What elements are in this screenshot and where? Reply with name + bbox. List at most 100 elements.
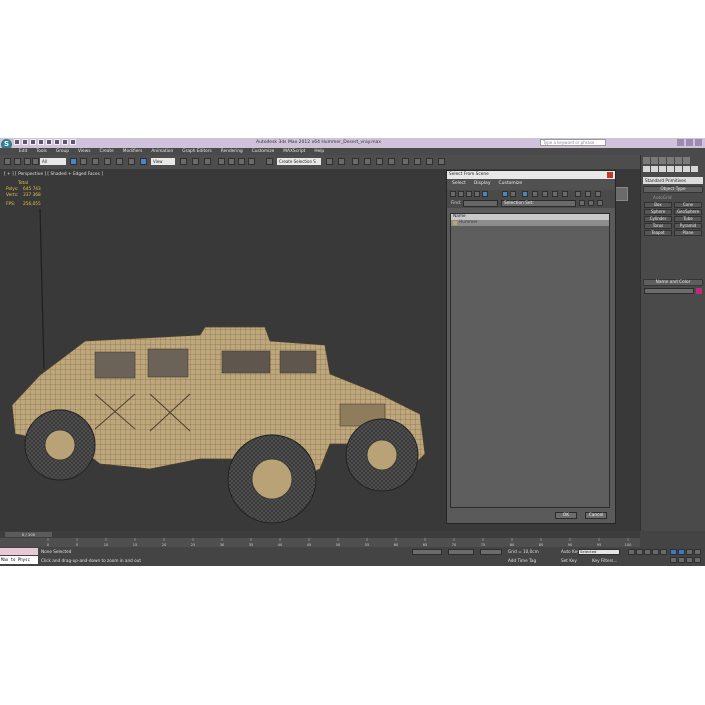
reference-coordinate-dropdown[interactable]: View — [151, 158, 175, 165]
display-cameras-icon[interactable] — [474, 191, 480, 197]
display-groups-icon[interactable] — [510, 191, 516, 197]
cone-button[interactable]: Cone — [674, 202, 702, 208]
named-selection-dropdown[interactable]: Create Selection S — [277, 158, 321, 165]
motion-tab-icon[interactable] — [667, 157, 674, 164]
new-file-icon[interactable] — [14, 139, 20, 145]
plane-button[interactable]: Plane — [674, 230, 702, 236]
keyboard-shortcut-override-icon[interactable] — [204, 158, 211, 165]
graphite-modeling-icon[interactable] — [364, 158, 371, 165]
select-link-icon[interactable] — [14, 158, 21, 165]
autogrid-checkbox[interactable]: AutoGrid — [653, 195, 672, 200]
maximize-icon[interactable] — [686, 139, 693, 146]
hold-icon[interactable] — [54, 139, 60, 145]
previous-frame-icon[interactable] — [636, 549, 643, 555]
orbit-icon[interactable] — [686, 557, 693, 563]
field-of-view-icon[interactable] — [670, 557, 677, 563]
time-slider[interactable]: 0 / 100 — [5, 532, 52, 537]
snaps-toggle-icon[interactable] — [218, 158, 225, 165]
menu-help[interactable]: Help — [314, 149, 324, 154]
angle-snap-icon[interactable] — [228, 158, 235, 165]
maxscript-listener-mini[interactable] — [0, 548, 38, 555]
geometry-icon[interactable] — [643, 166, 650, 172]
next-frame-icon[interactable] — [652, 549, 659, 555]
maxscript-input[interactable]: Max to Physc — [0, 556, 38, 564]
select-by-name-icon[interactable] — [80, 158, 87, 165]
x-coordinate-field[interactable] — [412, 549, 442, 555]
menu-rendering[interactable]: Rendering — [221, 149, 243, 154]
z-coordinate-field[interactable] — [480, 549, 502, 555]
menu-customize[interactable]: Customize — [252, 149, 275, 154]
dialog-menu-select[interactable]: Select — [452, 181, 466, 188]
add-time-tag[interactable]: Add Time Tag — [508, 558, 536, 563]
selection-filter-dropdown[interactable]: All — [40, 158, 66, 165]
minimize-icon[interactable] — [677, 139, 684, 146]
teapot-button[interactable]: Teapot — [644, 230, 672, 236]
curve-editor-icon[interactable] — [376, 158, 383, 165]
primitive-category-dropdown[interactable]: Standard Primitives — [643, 177, 703, 184]
edit-selection-set-icon[interactable] — [588, 200, 594, 206]
project-folder-icon[interactable] — [70, 139, 76, 145]
dialog-menu-display[interactable]: Display — [474, 181, 491, 188]
redo-icon[interactable] — [46, 139, 52, 145]
dialog-menu-customize[interactable]: Customize — [498, 181, 522, 188]
menu-views[interactable]: Views — [78, 149, 90, 154]
bind-space-warp-icon[interactable] — [32, 158, 39, 165]
hierarchy-tab-icon[interactable] — [659, 157, 666, 164]
menu-edit[interactable]: Edit — [19, 149, 27, 154]
menu-animation[interactable]: Animation — [151, 149, 173, 154]
mirror-icon[interactable] — [326, 158, 333, 165]
delete-selection-set-icon[interactable] — [597, 200, 603, 206]
menu-create[interactable]: Create — [99, 149, 113, 154]
goto-end-icon[interactable] — [660, 549, 667, 555]
auto-key-button[interactable]: Auto Key — [561, 549, 580, 554]
spinner-snap-icon[interactable] — [248, 158, 255, 165]
box-button[interactable]: Box — [644, 202, 672, 208]
find-input[interactable] — [463, 200, 498, 207]
menu-graph-editors[interactable]: Graph Editors — [182, 149, 212, 154]
display-bones-icon[interactable] — [532, 191, 538, 197]
open-file-icon[interactable] — [22, 139, 28, 145]
pan-icon[interactable] — [678, 557, 685, 563]
create-selection-set-icon[interactable] — [579, 200, 585, 206]
pyramid-button[interactable]: Pyramid — [674, 223, 702, 229]
display-shapes-icon[interactable] — [458, 191, 464, 197]
display-tab-icon[interactable] — [675, 157, 682, 164]
menu-group[interactable]: Group — [56, 149, 69, 154]
maximize-viewport-icon[interactable] — [694, 557, 701, 563]
create-tab-icon[interactable] — [643, 157, 650, 164]
render-production-icon[interactable] — [438, 158, 445, 165]
systems-icon[interactable] — [691, 166, 698, 172]
display-xrefs-icon[interactable] — [522, 191, 528, 197]
cameras-icon[interactable] — [667, 166, 674, 172]
lights-icon[interactable] — [659, 166, 666, 172]
display-invert-icon[interactable] — [562, 191, 568, 197]
object-name-field[interactable] — [644, 288, 694, 294]
display-all-icon[interactable] — [542, 191, 548, 197]
zoom-all-icon[interactable] — [678, 549, 685, 555]
cylinder-button[interactable]: Cylinder — [644, 216, 672, 222]
torus-button[interactable]: Torus — [644, 223, 672, 229]
zoom-extents-icon[interactable] — [686, 549, 693, 555]
scale-icon[interactable] — [140, 158, 147, 165]
zoom-extents-all-icon[interactable] — [694, 549, 701, 555]
rendered-frame-window-icon[interactable] — [426, 158, 433, 165]
selection-set-dropdown[interactable]: Selection Set: — [501, 200, 576, 207]
dialog-close-icon[interactable] — [607, 172, 613, 178]
move-icon[interactable] — [116, 158, 123, 165]
edit-named-selection-icon[interactable] — [266, 158, 273, 165]
display-none-icon[interactable] — [552, 191, 558, 197]
window-crossing-icon[interactable] — [104, 158, 111, 165]
sphere-button[interactable]: Sphere — [644, 209, 672, 215]
display-lights-icon[interactable] — [466, 191, 472, 197]
options-icon[interactable] — [595, 191, 601, 197]
scene-object-list[interactable]: Name Hummer — [450, 213, 610, 508]
list-item[interactable]: Hummer — [451, 220, 609, 226]
geosphere-button[interactable]: GeoSphere — [674, 209, 702, 215]
helpers-icon[interactable] — [675, 166, 682, 172]
track-bar[interactable]: 0 5 10 15 20 25 30 35 40 45 50 55 60 65 70 75 80 85 90 95 10… — [0, 538, 640, 547]
material-editor-icon[interactable] — [402, 158, 409, 165]
key-filters-button[interactable]: Key Filters... — [592, 558, 617, 563]
rotate-icon[interactable] — [128, 158, 135, 165]
object-color-swatch[interactable] — [696, 288, 702, 294]
goto-start-icon[interactable] — [628, 549, 635, 555]
